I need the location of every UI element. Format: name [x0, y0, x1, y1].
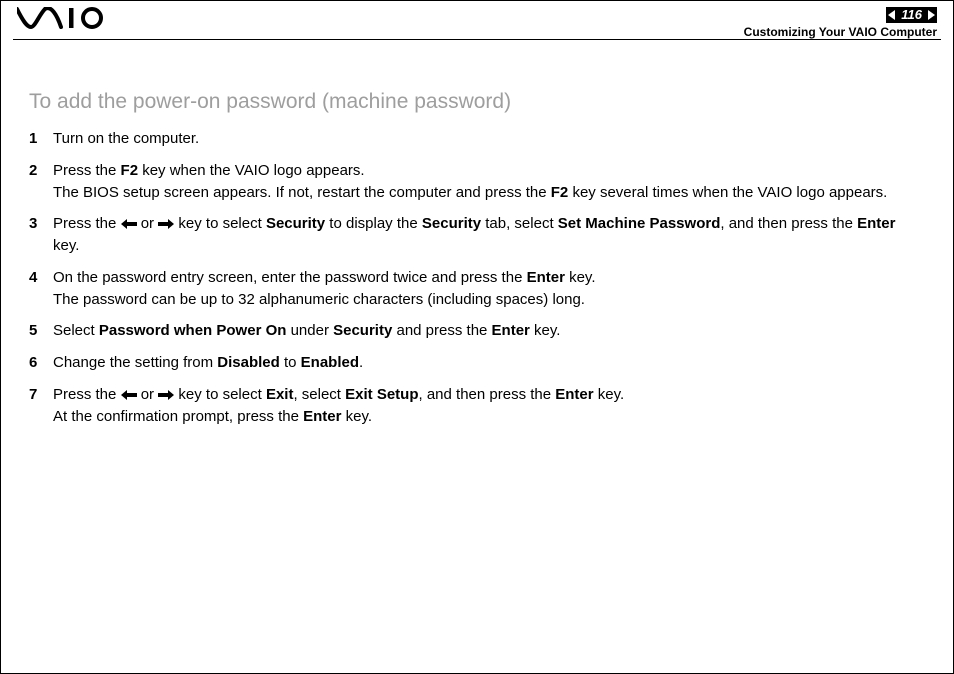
step-number: 1 [29, 128, 53, 150]
option-exit: Exit [266, 386, 294, 403]
arrow-right-icon [158, 390, 174, 400]
value-enabled: Enabled [301, 354, 359, 371]
key-enter: Enter [492, 322, 530, 339]
section-title: Customizing Your VAIO Computer [744, 25, 937, 39]
content: To add the power-on password (machine pa… [1, 40, 953, 427]
step-1: 1 Turn on the computer. [29, 128, 925, 150]
option-password-when-power-on: Password when Power On [99, 322, 287, 339]
option-exit-setup: Exit Setup [345, 386, 418, 403]
step-text: Press the or key to select Exit, select … [53, 384, 925, 428]
option-set-machine-password: Set Machine Password [558, 215, 721, 232]
page-number-chip[interactable]: 116 [886, 7, 937, 23]
key-enter: Enter [527, 269, 565, 286]
step-7: 7 Press the or key to select Exit, selec… [29, 384, 925, 428]
prev-page-icon[interactable] [888, 10, 895, 20]
step-text: On the password entry screen, enter the … [53, 267, 925, 311]
step-5: 5 Select Password when Power On under Se… [29, 320, 925, 342]
vaio-logo-icon [17, 7, 113, 29]
header-right: 116 Customizing Your VAIO Computer [744, 7, 937, 39]
step-2: 2 Press the F2 key when the VAIO logo ap… [29, 160, 925, 204]
page-title: To add the power-on password (machine pa… [29, 90, 925, 114]
step-number: 4 [29, 267, 53, 289]
key-f2: F2 [121, 162, 139, 179]
arrow-left-icon [121, 390, 137, 400]
step-number: 6 [29, 352, 53, 374]
header: 116 Customizing Your VAIO Computer [1, 1, 953, 39]
step-text: Turn on the computer. [53, 128, 925, 150]
page: 116 Customizing Your VAIO Computer To ad… [0, 0, 954, 674]
step-4: 4 On the password entry screen, enter th… [29, 267, 925, 311]
step-number: 5 [29, 320, 53, 342]
key-enter: Enter [555, 386, 593, 403]
step-text: Change the setting from Disabled to Enab… [53, 352, 925, 374]
next-page-icon[interactable] [928, 10, 935, 20]
step-text: Press the F2 key when the VAIO logo appe… [53, 160, 925, 204]
page-number: 116 [901, 7, 922, 23]
vaio-logo [17, 7, 113, 29]
steps-list: 1 Turn on the computer. 2 Press the F2 k… [29, 128, 925, 427]
step-text: Press the or key to select Security to d… [53, 213, 925, 257]
step-6: 6 Change the setting from Disabled to En… [29, 352, 925, 374]
step-number: 2 [29, 160, 53, 182]
tab-security: Security [422, 215, 481, 232]
arrow-right-icon [158, 219, 174, 229]
step-number: 3 [29, 213, 53, 235]
key-enter: Enter [857, 215, 895, 232]
value-disabled: Disabled [217, 354, 280, 371]
key-enter: Enter [303, 408, 341, 425]
step-number: 7 [29, 384, 53, 406]
tab-security: Security [333, 322, 392, 339]
step-3: 3 Press the or key to select Security to… [29, 213, 925, 257]
key-security: Security [266, 215, 325, 232]
arrow-left-icon [121, 219, 137, 229]
step-text: Select Password when Power On under Secu… [53, 320, 925, 342]
key-f2: F2 [551, 184, 569, 201]
